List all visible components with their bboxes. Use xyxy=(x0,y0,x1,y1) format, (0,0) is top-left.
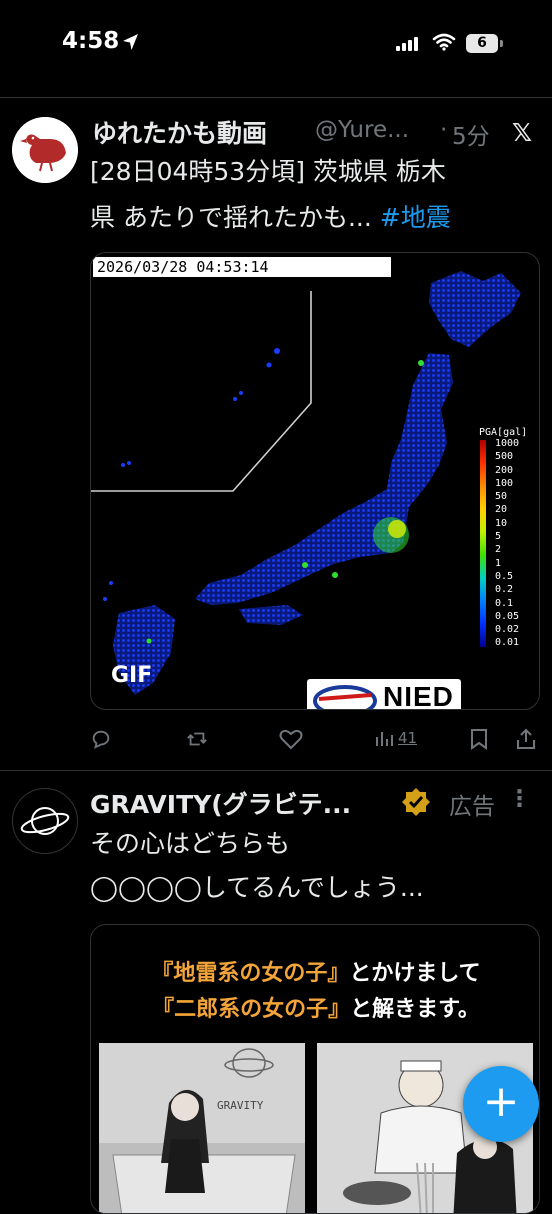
tweet-text-line-1: その心はどちらも xyxy=(90,829,291,858)
views-count: 41 xyxy=(398,729,418,747)
ad-highlight-2: 『二郎系の女の子』 xyxy=(152,996,351,1022)
legend-values: 1000 500 200 100 50 20 10 5 2 1 0.5 0.2 … xyxy=(495,437,519,650)
avatar[interactable] xyxy=(12,788,78,854)
x-logo-icon: 𝕏 xyxy=(512,118,533,147)
share-icon xyxy=(517,728,535,749)
ad-headline-2-rest: と解きます。 xyxy=(350,996,480,1022)
repost-icon xyxy=(187,732,207,746)
share-button[interactable] xyxy=(516,728,536,750)
views-icon xyxy=(376,732,393,746)
ad-panel-left: GRAVITY xyxy=(99,1043,305,1213)
top-divider xyxy=(0,97,552,98)
location-arrow-icon xyxy=(122,33,140,55)
earthquake-map xyxy=(91,271,521,695)
avatar[interactable] xyxy=(12,117,78,183)
legend-value: 0.05 xyxy=(495,610,520,622)
battery-icon: 6 xyxy=(466,34,498,53)
legend-value: 500 xyxy=(495,451,514,463)
tweet-text-line-2: ◯◯◯◯してるんでしょう... xyxy=(90,873,424,902)
ad-headline-2: 『二郎系の女の子』と解きます。 xyxy=(91,991,539,1023)
ad-highlight-1: 『地雷系の女の子』 xyxy=(151,960,350,986)
tweet-text-line-1: [28日04時53分頃] 茨城県 栃木 xyxy=(90,157,446,186)
gif-badge: GIF xyxy=(111,663,153,688)
compose-button[interactable]: + xyxy=(463,1066,539,1142)
tweet-text-line-2: 県 あたりで揺れたかも... #地震 xyxy=(90,200,451,236)
user-handle[interactable]: @Yure... xyxy=(315,117,409,143)
legend-value: 0.02 xyxy=(495,624,520,636)
display-name[interactable]: GRAVITY(グラビテ... xyxy=(90,785,351,821)
nied-swoosh-icon xyxy=(313,685,377,709)
reply-button[interactable] xyxy=(90,728,112,750)
more-options-icon[interactable]: ⋮ xyxy=(508,786,531,812)
nied-logo-text: NIED xyxy=(383,681,454,710)
ad-media[interactable]: 『地雷系の女の子』とかけまして 『二郎系の女の子』と解きます。 GRAVITY xyxy=(90,924,540,1214)
panel-sign-text: GRAVITY xyxy=(217,1099,264,1112)
verified-badge-icon xyxy=(400,786,432,822)
girl-in-bath-illustration xyxy=(99,1043,305,1213)
legend-value: 50 xyxy=(495,491,508,503)
heart-icon xyxy=(279,729,303,750)
tweet-divider xyxy=(0,770,552,771)
signal-icon xyxy=(396,37,418,51)
legend-value: 10 xyxy=(495,517,508,529)
bookmark-button[interactable] xyxy=(470,728,488,750)
reply-icon xyxy=(92,730,110,749)
bookmark-icon xyxy=(471,729,487,750)
legend-value: 0.1 xyxy=(495,597,514,609)
tweet-text-line-2-body: 県 あたりで揺れたかも... xyxy=(90,203,372,232)
tweet-actions: 41 xyxy=(90,728,540,758)
ad-headline-1: 『地雷系の女の子』とかけまして xyxy=(91,955,539,987)
status-time: 4:58 xyxy=(62,28,120,54)
wifi-icon xyxy=(432,33,456,55)
legend-value: 1 xyxy=(495,557,502,569)
views-button[interactable]: 41 xyxy=(374,728,417,748)
legend-color-scale xyxy=(480,440,486,647)
repost-button[interactable] xyxy=(186,728,208,750)
battery-tip xyxy=(500,40,503,47)
ad-label: 広告 xyxy=(449,794,495,820)
planet-icon xyxy=(20,807,70,835)
tweet-time[interactable]: 5分 xyxy=(452,117,490,151)
legend-value: 20 xyxy=(495,504,508,516)
nied-logo: NIED xyxy=(307,679,461,710)
legend-value: 2 xyxy=(495,544,502,556)
legend-value: 200 xyxy=(495,464,514,476)
ad-headline-1-rest: とかけまして xyxy=(349,960,481,986)
separator: · xyxy=(440,117,448,143)
map-timestamp: 2026/03/28 04:53:14 xyxy=(93,257,391,277)
legend-value: 5 xyxy=(495,531,502,543)
legend-value: 0.2 xyxy=(495,584,514,596)
tweet-media-gif[interactable]: 2026/03/28 04:53:14 PGA[gal] 1000 500 20… xyxy=(90,252,540,710)
display-name[interactable]: ゆれたかも動画 xyxy=(92,114,267,150)
hashtag-link[interactable]: #地震 xyxy=(380,203,451,232)
legend-value: 100 xyxy=(495,477,514,489)
duck-icon xyxy=(12,117,78,183)
legend-value: 0.01 xyxy=(495,637,520,649)
legend-value: 0.5 xyxy=(495,570,514,582)
like-button[interactable] xyxy=(279,728,303,750)
legend-value: 1000 xyxy=(495,438,520,449)
